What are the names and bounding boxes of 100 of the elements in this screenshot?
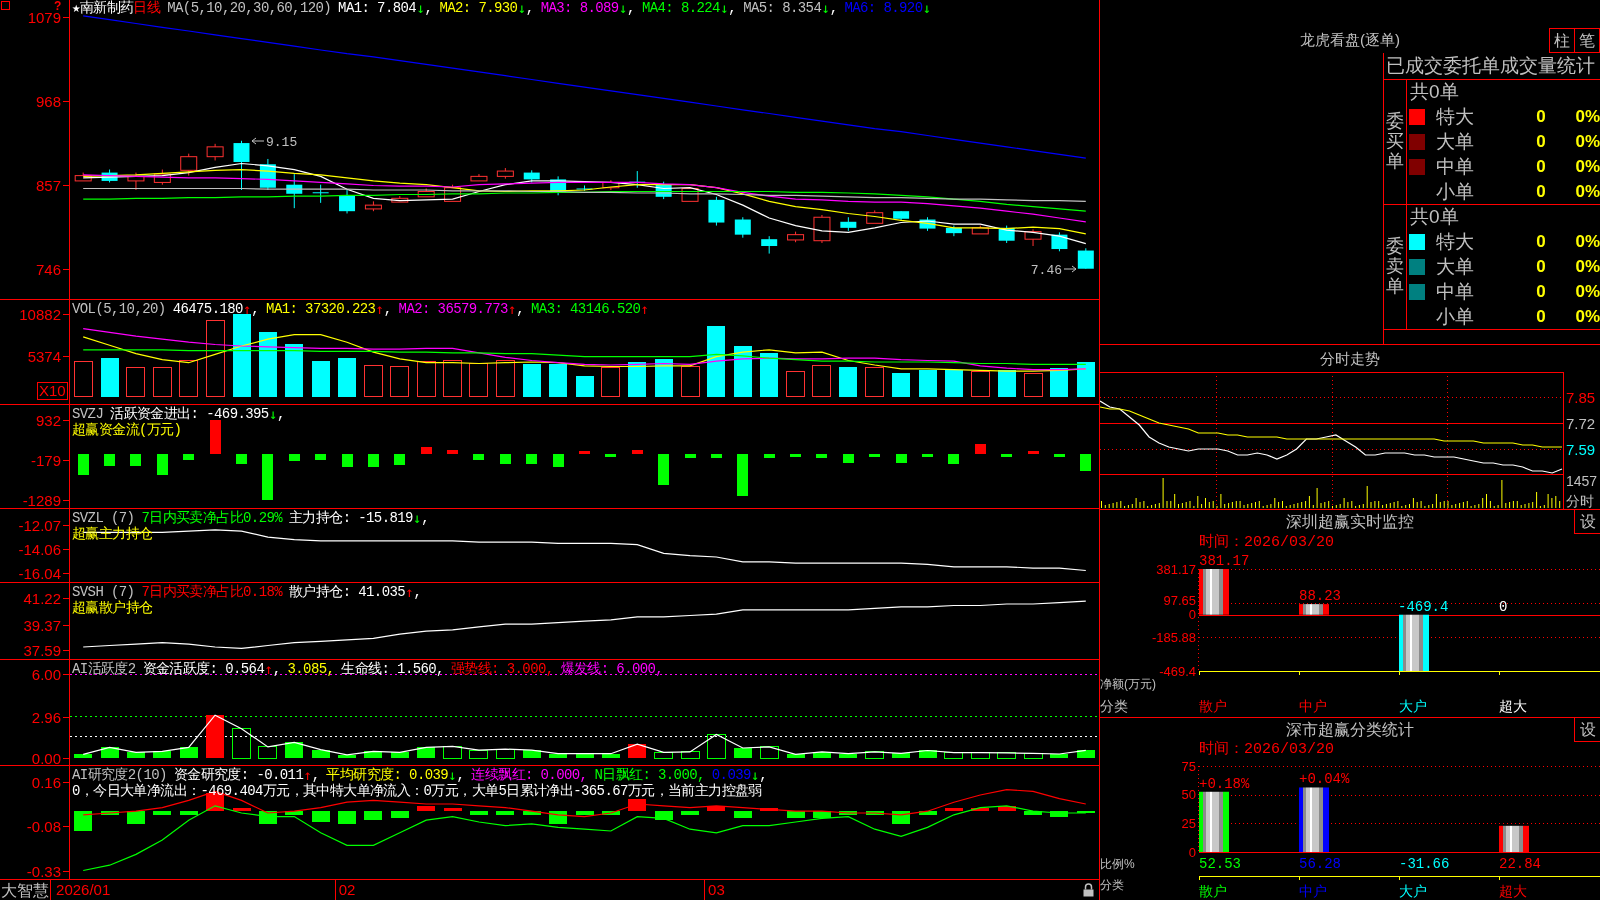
fund-flow-bar (579, 450, 590, 454)
volume-bar (760, 352, 779, 397)
section-label: 委买单 (1386, 112, 1404, 172)
stock-name: 南新制药 (79, 0, 134, 16)
fund-flow-bar (499, 453, 511, 465)
order-count: 0 (1536, 181, 1546, 202)
volume-bar (73, 360, 93, 398)
research-bar (812, 811, 831, 819)
axis-title: 分类 (1100, 878, 1124, 892)
volume-bar (338, 358, 357, 397)
volume-bar (892, 373, 911, 397)
research-bar (311, 811, 330, 822)
volume-bar (812, 364, 832, 398)
axis-title: 分类 (1100, 698, 1128, 714)
research-bar (997, 805, 1016, 812)
settings-button[interactable]: 设 (1574, 718, 1600, 742)
settings-button[interactable]: 设 (1574, 510, 1600, 534)
volume-bar (680, 366, 700, 398)
candlestick (1024, 228, 1042, 247)
research-bar (760, 807, 779, 812)
fund-flow-bar (1053, 453, 1065, 458)
research-bar (417, 805, 436, 812)
candlestick (655, 181, 672, 200)
trend-arrow: ↑ (507, 301, 517, 317)
trend-arrow: ↓ (416, 0, 425, 16)
indicator-text: SVZJ (72, 406, 104, 422)
research-bar (206, 793, 225, 812)
fund-flow-bar (341, 453, 353, 468)
annotation: 7.46 (1030, 263, 1062, 278)
value-label: 0 (1499, 598, 1508, 615)
view-toggle-button[interactable]: 笔 (1574, 28, 1600, 53)
volume-bar (363, 364, 383, 398)
volume-bar (258, 332, 277, 397)
candlestick (470, 173, 488, 182)
indicator-text: MA1: 37320.223 (266, 301, 376, 317)
fund-flow-bar (605, 453, 617, 458)
order-percent: 0% (1575, 131, 1600, 152)
volume-bar (654, 358, 673, 397)
axis-label: 0 (1188, 844, 1196, 860)
axis-label: -12.07 (18, 516, 61, 534)
order-percent: 0% (1575, 281, 1600, 302)
axis-label: -16.04 (18, 564, 61, 582)
research-bar (1024, 811, 1043, 815)
activity-bar (364, 751, 383, 759)
activity-bar (495, 748, 515, 759)
activity-bar (311, 749, 330, 759)
candlestick (101, 169, 118, 183)
activity-bar (970, 752, 990, 759)
fund-flow-bar (684, 453, 696, 459)
lock-icon (1083, 883, 1094, 897)
category-label: 大户 (1399, 883, 1427, 899)
indicator-text: 资金研究度: -0.011 (173, 767, 304, 783)
candlestick (840, 216, 857, 232)
indicator-text: 0.039 (711, 767, 751, 783)
change-label: +0.18% (1199, 775, 1250, 792)
activity-bar (733, 748, 752, 759)
indicator-text: MA3: 8.089 (540, 0, 619, 16)
trend-arrow: ↑ (405, 584, 414, 600)
view-toggle-button[interactable]: 柱 (1549, 28, 1575, 53)
candlestick (364, 200, 382, 212)
volume-bar (285, 343, 304, 397)
separator-text: , (516, 301, 525, 317)
activity-bar (258, 746, 278, 759)
indicator-text: 7日内买卖净占比0.18% (141, 584, 283, 600)
axis-label: 7.59 (1566, 441, 1596, 458)
candlestick (602, 179, 620, 191)
activity-bar (706, 733, 726, 759)
axis-label: 7.72 (1566, 415, 1596, 432)
axis-label: -469.4 (1159, 663, 1196, 679)
candlestick (127, 172, 145, 191)
table-title: 已成交委托单成交量统计 (1386, 55, 1595, 77)
value-label: -31.66 (1399, 856, 1450, 872)
activity-bar (575, 753, 594, 759)
volume-bar (495, 359, 515, 398)
indicator-text: 爆发线: 6.000, (560, 661, 664, 677)
axis-title: 比例% (1100, 857, 1135, 871)
axis-label: 37.59 (23, 641, 61, 659)
indicator-text: MA(5,10,20,30,60,120) (167, 0, 332, 16)
fund-flow-bar (922, 453, 933, 458)
axis-label: -14.06 (18, 540, 61, 558)
trend-arrow: ↓ (750, 767, 760, 783)
activity-bar (759, 746, 779, 759)
net-flow-bar (1299, 604, 1329, 615)
research-bar (100, 811, 119, 815)
candlestick (417, 188, 435, 198)
axis-label: 968 (35, 92, 61, 110)
axis-label: 75 (1181, 758, 1196, 774)
section-label: 委卖单 (1386, 237, 1404, 297)
indicator-text: 强势线: 3.000, (450, 661, 554, 677)
trend-arrow: ↓ (719, 0, 729, 16)
fund-flow-bar (526, 453, 538, 465)
candlestick (576, 184, 593, 192)
order-count: 0 (1536, 231, 1546, 252)
activity-bar (865, 751, 885, 759)
activity-bar (918, 750, 937, 759)
change-label: +0.04% (1299, 771, 1350, 788)
research-bar (285, 811, 304, 815)
activity-bar (786, 754, 805, 759)
trend-arrow: ↓ (448, 767, 457, 783)
fund-flow-bar (104, 453, 116, 466)
